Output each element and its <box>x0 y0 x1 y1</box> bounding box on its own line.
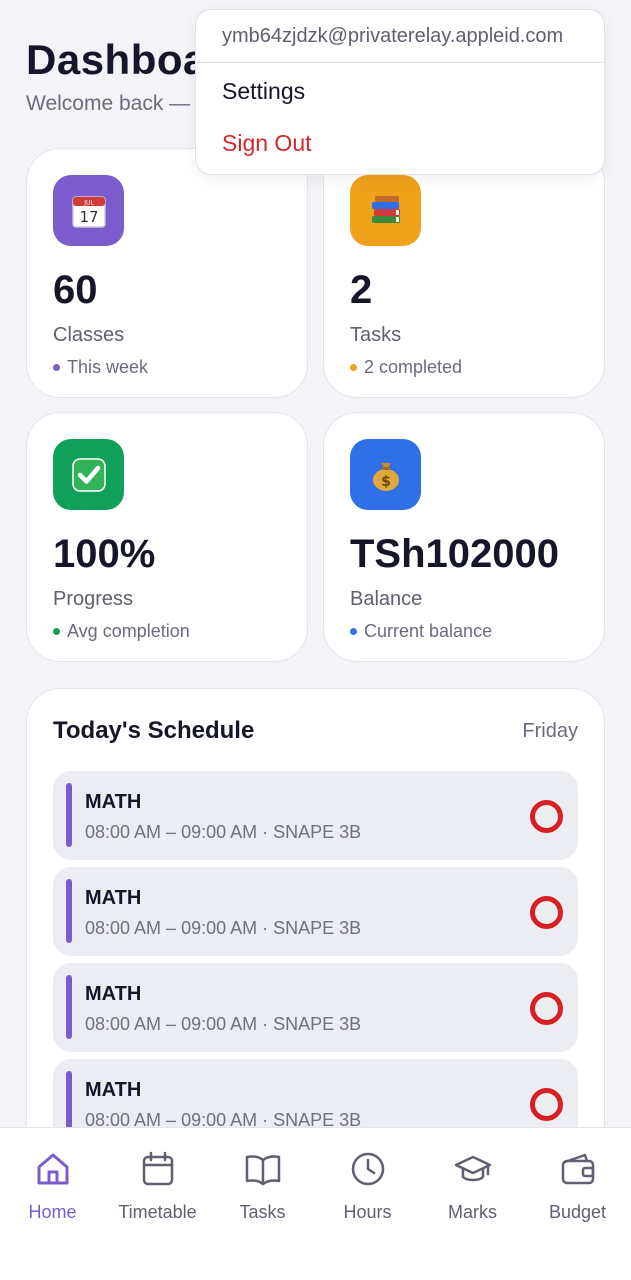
nav-item-budget[interactable]: Budget <box>525 1150 630 1223</box>
checkmark-icon <box>53 439 124 510</box>
nav-item-timetable[interactable]: Timetable <box>105 1150 210 1223</box>
nav-item-tasks[interactable]: Tasks <box>210 1150 315 1223</box>
stat-subtext: Avg completion <box>53 621 281 642</box>
sign-out-menu-item[interactable]: Sign Out <box>196 119 604 167</box>
schedule-item[interactable]: MATH 08:00 AM – 09:00 AM · SNAPE 3B <box>53 771 578 860</box>
schedule-list: MATH 08:00 AM – 09:00 AM · SNAPE 3B MATH… <box>53 771 578 1148</box>
stat-value: 100% <box>53 532 156 576</box>
stat-label: Balance <box>350 588 423 610</box>
schedule-meta: 08:00 AM – 09:00 AM · SNAPE 3B <box>85 918 362 938</box>
stat-label: Tasks <box>350 324 402 346</box>
schedule-accent-bar <box>66 879 72 943</box>
stat-subtext-label: This week <box>67 357 149 377</box>
schedule-day: Friday <box>522 719 578 742</box>
bottom-nav: Home Timetable Tasks Hours Marks Budget <box>0 1127 631 1280</box>
stat-subtext: This week <box>53 357 281 378</box>
stat-subtext-label: 2 completed <box>364 357 463 377</box>
schedule-accent-bar <box>66 975 72 1039</box>
status-ring-icon[interactable] <box>530 1088 563 1121</box>
schedule-title: Today's Schedule <box>53 717 255 744</box>
schedule-meta: 08:00 AM – 09:00 AM · SNAPE 3B <box>85 1014 362 1034</box>
nav-label: Marks <box>448 1202 497 1222</box>
stat-subtext-label: Current balance <box>364 621 493 641</box>
book-icon <box>245 1155 280 1186</box>
nav-item-marks[interactable]: Marks <box>420 1150 525 1223</box>
account-dropdown: ymb64zjdzk@privaterelay.appleid.com Sett… <box>195 9 605 175</box>
money-bag-icon: $ <box>350 439 421 510</box>
svg-text:17: 17 <box>79 208 98 226</box>
stat-value: 60 <box>53 268 98 312</box>
graduation-cap-icon <box>454 1155 491 1182</box>
status-dot <box>53 364 60 371</box>
stat-subtext: 2 completed <box>350 357 578 378</box>
schedule-subject: MATH <box>85 887 142 909</box>
nav-label: Tasks <box>239 1202 286 1222</box>
schedule-accent-bar <box>66 783 72 847</box>
status-ring-icon[interactable] <box>530 896 563 929</box>
schedule-subject: MATH <box>85 1079 142 1101</box>
stat-card-balance[interactable]: $ TSh102000 Balance Current balance <box>323 412 605 662</box>
calendar-icon <box>142 1151 173 1186</box>
home-icon <box>37 1153 68 1185</box>
stat-subtext: Current balance <box>350 621 578 642</box>
account-email: ymb64zjdzk@privaterelay.appleid.com <box>222 25 564 47</box>
schedule-header: Today's Schedule Friday <box>53 717 578 745</box>
svg-text:JUL: JUL <box>83 199 94 206</box>
schedule-subject: MATH <box>85 791 142 813</box>
stat-card-classes[interactable]: JUL 17 60 Classes This week <box>26 148 308 398</box>
schedule-accent-bar <box>66 1071 72 1135</box>
stat-value: 2 <box>350 268 373 312</box>
stat-subtext-label: Avg completion <box>67 621 190 641</box>
nav-item-hours[interactable]: Hours <box>315 1150 420 1223</box>
schedule-item[interactable]: MATH 08:00 AM – 09:00 AM · SNAPE 3B <box>53 867 578 956</box>
status-dot <box>53 628 60 635</box>
books-icon <box>350 175 421 246</box>
nav-label: Timetable <box>118 1202 197 1222</box>
nav-label: Hours <box>343 1202 392 1222</box>
stat-card-tasks[interactable]: 2 Tasks 2 completed <box>323 148 605 398</box>
stat-card-progress[interactable]: 100% Progress Avg completion <box>26 412 308 662</box>
stat-label: Progress <box>53 588 134 610</box>
stat-value: TSh102000 <box>350 532 560 576</box>
nav-label: Budget <box>548 1202 607 1222</box>
status-dot <box>350 364 357 371</box>
wallet-icon <box>561 1153 594 1185</box>
status-dot <box>350 628 357 635</box>
schedule-item[interactable]: MATH 08:00 AM – 09:00 AM · SNAPE 3B <box>53 963 578 1052</box>
status-ring-icon[interactable] <box>530 800 563 833</box>
nav-label: Home <box>28 1202 77 1222</box>
settings-menu-item[interactable]: Settings <box>196 63 604 119</box>
calendar-icon: JUL 17 <box>53 175 124 246</box>
clock-icon <box>351 1152 384 1186</box>
schedule-subject: MATH <box>85 983 142 1005</box>
status-ring-icon[interactable] <box>530 992 563 1025</box>
schedule-meta: 08:00 AM – 09:00 AM · SNAPE 3B <box>85 822 362 842</box>
nav-item-home[interactable]: Home <box>0 1150 105 1223</box>
stat-label: Classes <box>53 324 125 346</box>
svg-text:$: $ <box>381 474 391 490</box>
